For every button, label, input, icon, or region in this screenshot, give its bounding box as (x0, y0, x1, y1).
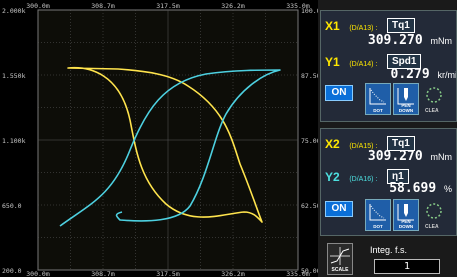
ch1-on-button[interactable]: ON (325, 85, 353, 101)
dot-mode-icon (369, 204, 386, 221)
left-tick-label: 200.0 (2, 267, 22, 275)
ch1-clear-label: CLEA (425, 108, 439, 114)
y1-value: 0.279 (390, 67, 430, 82)
ch2-on-button[interactable]: ON (325, 201, 353, 217)
left-tick-label: 2.000k (2, 7, 26, 15)
right-tick-label: 62.50 (301, 202, 318, 210)
y1-unit: kr/min (437, 70, 457, 80)
right-tick-label: 87.50 (301, 72, 318, 80)
left-tick-label: 1.550k (2, 72, 26, 80)
x1-value-line: 309.270 mNm (368, 33, 452, 49)
x2-row: X2 (D/A15) : Tq1 (325, 133, 456, 151)
dot-mode-icon (369, 88, 386, 105)
y2-unit: % (443, 184, 452, 194)
bottom-tick-label: 308.7m (91, 270, 115, 277)
bottom-tick-label: 300.0m (26, 270, 50, 277)
xy-plot: 300.0m 308.7m 317.5m 326.2m 335.0m300.0m 308.… (2, 2, 318, 277)
x2-value: 309.270 (367, 149, 423, 164)
xy-plot-area: 300.0m 308.7m 317.5m 326.2m 335.0m 300.0m 308.… (0, 0, 318, 277)
y2-label: Y2 (325, 170, 340, 184)
x1-source: (D/A13) : (349, 25, 378, 32)
bottom-tick-label: 317.5m (156, 270, 180, 277)
ch2-pen-down-label: PEN DOWN (398, 219, 414, 229)
scale-icon (330, 247, 350, 265)
scale-button[interactable]: SCALE (327, 243, 353, 275)
ch1-dot-button[interactable]: DOT (365, 83, 391, 115)
right-tick-label: 50.00 (301, 267, 318, 275)
ch1-clear-button[interactable]: CLEA (423, 83, 445, 115)
clear-icon (426, 203, 442, 219)
x1-row: X1 (D/A13) : Tq1 (325, 15, 456, 33)
x2-label: X2 (325, 137, 340, 151)
ch1-pen-down-label: PEN DOWN (398, 103, 414, 113)
x1-value: 309.270 (367, 33, 423, 48)
top-tick-label: 308.7m (91, 2, 115, 10)
top-tick-label: 317.5m (156, 2, 180, 10)
x1-unit: mNm (430, 36, 453, 46)
channel-2-box: X2 (D/A15) : Tq1 309.270 mNm Y2 (D/A16) … (320, 128, 457, 236)
clear-icon (426, 87, 442, 103)
bottom-tick-label: 326.2m (221, 270, 245, 277)
channel-1-box: X1 (D/A13) : Tq1 309.270 mNm Y1 (D/A14) … (320, 10, 457, 122)
y2-source: (D/A16) : (349, 176, 378, 183)
y2-value: 58.699 (389, 181, 437, 196)
y1-source: (D/A14) : (349, 61, 378, 68)
y2-row: Y2 (D/A16) : η1 (325, 166, 456, 184)
x1-label: X1 (325, 19, 340, 33)
left-tick-label: 650.0 (2, 202, 22, 210)
x2-unit: mNm (430, 152, 453, 162)
channel-1-buttons: ON DOT PEN DOWN CLEA (325, 83, 456, 115)
y1-label: Y1 (325, 55, 340, 69)
y1-value-line: 0.279 kr/min (390, 67, 457, 83)
right-tick-label: 100.0 (301, 7, 318, 15)
x1-select[interactable]: Tq1 (386, 18, 415, 33)
left-tick-label: 1.100k (2, 137, 26, 145)
ch2-dot-button[interactable]: DOT (365, 199, 391, 231)
ch1-pen-down-button[interactable]: PEN DOWN (393, 83, 419, 115)
top-tick-label: 326.2m (221, 2, 245, 10)
ch1-dot-label: DOT (373, 108, 383, 113)
scale-label: SCALE (331, 267, 349, 273)
ch2-dot-label: DOT (373, 224, 383, 229)
ch2-pen-down-button[interactable]: PEN DOWN (393, 199, 419, 231)
y1-row: Y1 (D/A14) : Spd1 (325, 51, 456, 69)
x2-value-line: 309.270 mNm (368, 149, 452, 165)
integ-fs-input[interactable]: 1 (374, 259, 440, 274)
ch2-clear-button[interactable]: CLEA (423, 199, 445, 231)
top-tick-label: 300.0m (26, 2, 50, 10)
ch2-clear-label: CLEA (425, 224, 439, 230)
y2-value-line: 58.699 % (389, 181, 452, 197)
right-tick-label: 75.00 (301, 137, 318, 145)
integ-fs-label: Integ. f.s. (370, 245, 408, 255)
channel-2-buttons: ON DOT PEN DOWN CLEA (325, 199, 456, 231)
channel-panel: X1 (D/A13) : Tq1 309.270 mNm Y1 (D/A14) … (318, 0, 457, 277)
